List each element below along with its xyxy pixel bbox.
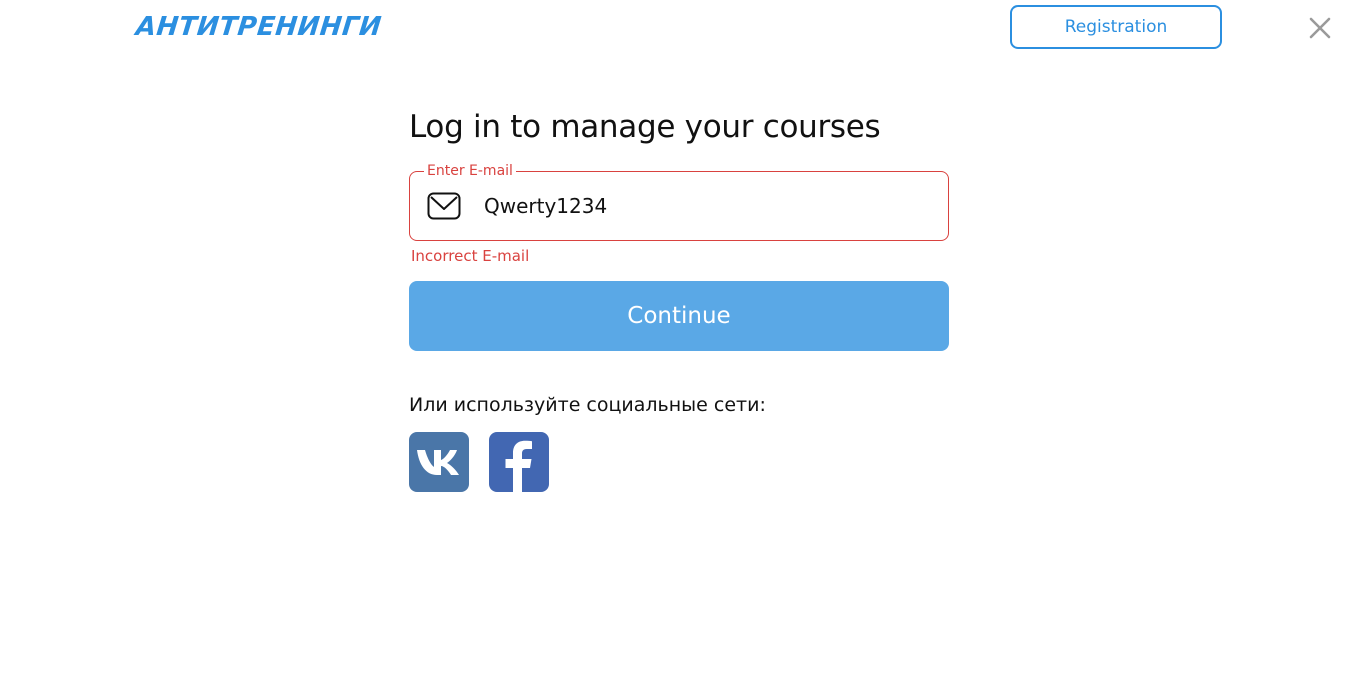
email-input[interactable]	[484, 184, 924, 228]
email-field[interactable]: Enter E-mail	[409, 162, 949, 241]
login-page: АНТИТРЕНИНГИ Registration Log in to mana…	[0, 0, 1358, 683]
facebook-login-button[interactable]	[489, 432, 549, 492]
vk-login-button[interactable]	[409, 432, 469, 492]
vk-icon	[417, 450, 459, 475]
envelope-icon	[427, 192, 461, 220]
login-form: Log in to manage your courses Enter E-ma…	[409, 106, 949, 492]
continue-button[interactable]: Continue	[409, 281, 949, 351]
registration-button[interactable]: Registration	[1010, 5, 1222, 49]
facebook-icon	[505, 440, 532, 492]
close-icon[interactable]	[1306, 14, 1334, 42]
email-field-label: Enter E-mail	[424, 162, 516, 180]
logo[interactable]: АНТИТРЕНИНГИ	[134, 12, 383, 42]
social-login-buttons	[409, 432, 949, 492]
social-login-caption: Или используйте социальные сети:	[409, 394, 766, 416]
email-error-message: Incorrect E-mail	[411, 247, 530, 265]
page-title: Log in to manage your courses	[409, 109, 881, 145]
